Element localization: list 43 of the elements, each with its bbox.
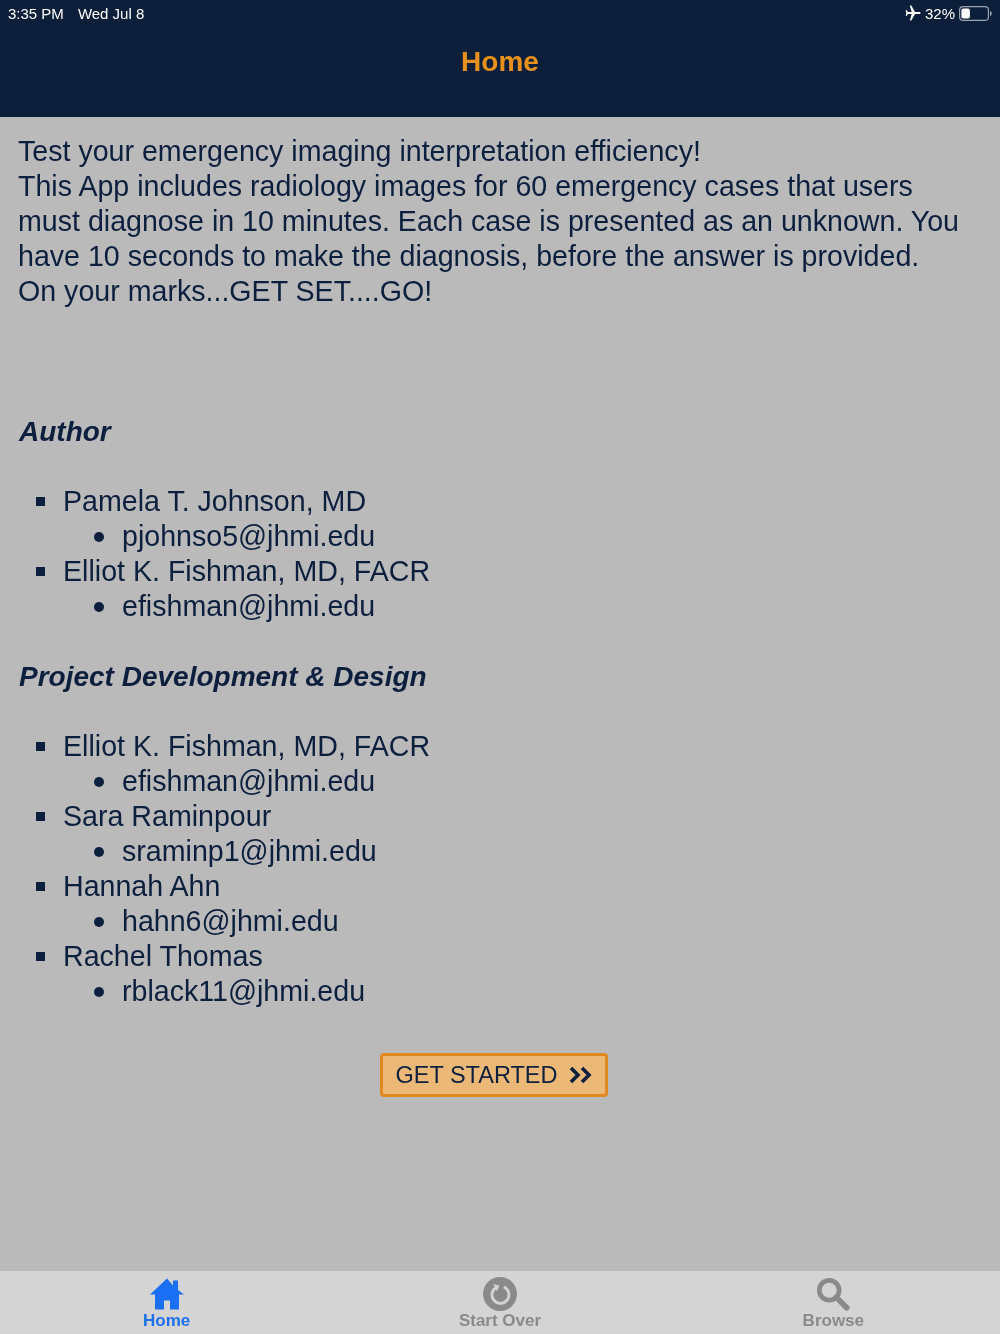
person-name: Elliot K. Fishman, MD, FACR <box>63 730 431 763</box>
restart-icon <box>482 1277 518 1311</box>
section-heading: Author <box>19 415 113 449</box>
square-bullet-icon <box>36 882 45 891</box>
get-started-button[interactable]: GET STARTED <box>379 1053 609 1097</box>
battery-percentage: 32% <box>924 4 955 22</box>
square-bullet-icon <box>36 742 45 751</box>
dot-bullet-icon <box>94 916 104 927</box>
square-bullet-icon <box>36 497 45 506</box>
email-address: rblack11@jhmi.edu <box>122 975 366 1008</box>
intro-text: On your marks...GET SET....GO! <box>18 274 434 309</box>
email-address: efishman@jhmi.edu <box>122 590 376 623</box>
tab-button[interactable]: Start Over <box>333 1271 667 1334</box>
square-bullet-icon <box>36 952 45 961</box>
dot-bullet-icon <box>94 846 104 857</box>
dot-bullet-icon <box>94 776 104 787</box>
search-icon <box>815 1277 852 1311</box>
status-time: 3:35 PM <box>8 4 64 22</box>
person-name: Pamela T. Johnson, MD <box>63 485 367 518</box>
dot-bullet-icon <box>94 986 104 997</box>
nav-title: Home <box>461 45 539 78</box>
dot-bullet-icon <box>94 601 104 612</box>
double-chevron-icon <box>569 1066 594 1084</box>
tab-button[interactable]: Browse <box>666 1271 1000 1334</box>
battery-icon <box>959 5 992 21</box>
email-address: pjohnso5@jhmi.edu <box>122 520 376 553</box>
person-name: Rachel Thomas <box>63 940 263 973</box>
airplane-icon <box>904 5 921 21</box>
section-heading: Project Development & Design <box>19 660 428 694</box>
house-icon <box>148 1277 185 1311</box>
square-bullet-icon <box>36 567 45 576</box>
person-name: Sara Raminpour <box>63 800 272 833</box>
person-name: Elliot K. Fishman, MD, FACR <box>63 555 431 588</box>
email-address: efishman@jhmi.edu <box>122 765 376 798</box>
tab-button[interactable]: Home <box>0 1271 334 1334</box>
square-bullet-icon <box>36 812 45 821</box>
email-address: sraminp1@jhmi.edu <box>122 835 377 868</box>
dot-bullet-icon <box>94 531 104 542</box>
intro-text: Test your emergency imaging interpretation efficiency! <box>18 134 702 169</box>
email-address: hahn6@jhmi.edu <box>122 905 339 938</box>
person-name: Hannah Ahn <box>63 870 221 903</box>
intro-text: This App includes radiology images for 60 emergency cases that users must diagnose in 10 minutes. Each case is presented as an unknown. You have 10 seconds to make the diagnosis, before the answer is provided. <box>18 169 961 274</box>
status-date: Wed Jul 8 <box>77 4 145 22</box>
